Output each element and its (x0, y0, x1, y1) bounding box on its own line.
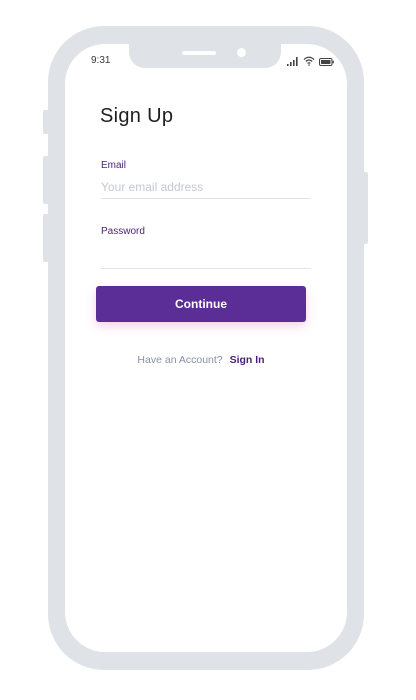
signal-icon (287, 57, 299, 66)
speaker-grille (182, 51, 216, 55)
status-icons (287, 54, 334, 66)
page-title: Sign Up (100, 105, 174, 127)
stage: 9:31 Sign Up Email Your email address Pa… (0, 0, 416, 700)
status-time: 9:31 (91, 55, 111, 66)
phone-screen: 9:31 Sign Up Email Your email address Pa… (65, 44, 347, 652)
password-label: Password (101, 226, 145, 237)
continue-button[interactable]: Continue (96, 286, 306, 322)
sign-in-link[interactable]: Sign In (230, 354, 265, 366)
email-field[interactable] (101, 176, 311, 199)
account-prompt: Have an Account? (137, 354, 223, 366)
notch (129, 44, 281, 68)
wifi-icon (303, 56, 315, 66)
account-row: Have an Account? Sign In (65, 354, 337, 366)
battery-icon (319, 58, 334, 66)
email-label: Email (101, 160, 127, 171)
front-camera (237, 48, 246, 57)
password-field[interactable] (101, 246, 311, 269)
